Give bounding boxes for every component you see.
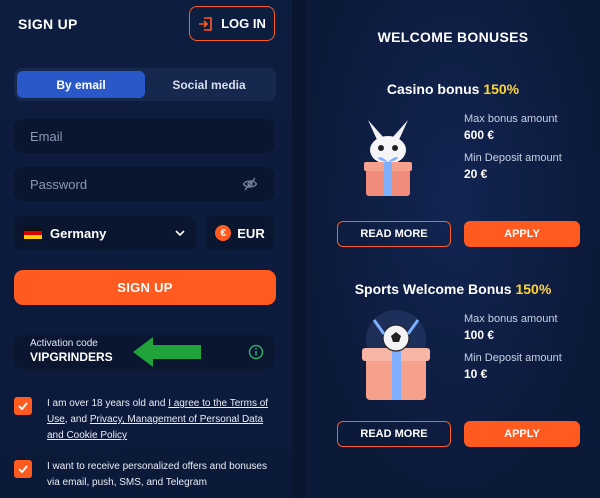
germany-flag-icon (24, 226, 42, 240)
sports-min-value: 10 € (464, 367, 488, 381)
sports-max-value: 100 € (464, 328, 495, 342)
fox-gift-icon (364, 120, 412, 196)
marketing-checkbox[interactable] (14, 460, 32, 478)
age-terms-consent: I am over 18 years old and I agree to th… (47, 396, 279, 444)
chevron-down-icon (175, 230, 185, 237)
casino-max-bonus: Max bonus amount 600 € (464, 113, 558, 142)
tab-social-media[interactable]: Social media (145, 71, 273, 98)
casino-bonus-percent: 150% (483, 81, 520, 97)
country-value: Germany (50, 225, 107, 241)
casino-max-label: Max bonus amount (464, 113, 558, 125)
casino-min-value: 20 € (464, 167, 488, 181)
currency-value: EUR (237, 225, 265, 241)
sports-gift-icon (362, 310, 430, 400)
casino-bonus-title: Casino bonus 150% (306, 81, 600, 97)
sports-bonus-title: Sports Welcome Bonus 150% (306, 281, 600, 297)
euro-icon: € (215, 225, 232, 241)
casino-bonus-name: Casino bonus (386, 81, 480, 97)
eye-off-icon[interactable] (242, 176, 258, 192)
consent-text-prefix: I am over 18 years old and (47, 398, 169, 409)
sports-min-deposit: Min Deposit amount 10 € (464, 352, 562, 381)
consent-text-mid: , and (64, 414, 90, 425)
green-arrow-icon (133, 337, 201, 367)
sports-max-bonus: Max bonus amount 100 € (464, 313, 558, 342)
casino-min-label: Min Deposit amount (464, 152, 562, 164)
signup-method-tabs: By email Social media (14, 68, 276, 101)
casino-min-deposit: Min Deposit amount 20 € (464, 152, 562, 181)
check-icon (18, 465, 28, 474)
sports-bonus-name: Sports Welcome Bonus (354, 281, 512, 297)
email-placeholder: Email (30, 128, 63, 144)
signup-button[interactable]: SIGN UP (14, 270, 276, 305)
check-icon (18, 402, 28, 411)
password-field[interactable]: Password (14, 167, 274, 201)
sports-max-label: Max bonus amount (464, 313, 558, 325)
sports-bonus-percent: 150% (515, 281, 552, 297)
tab-by-email[interactable]: By email (17, 71, 145, 98)
age-terms-checkbox[interactable] (14, 397, 32, 415)
currency-select[interactable]: € EUR (206, 216, 274, 250)
password-placeholder: Password (30, 176, 88, 192)
login-icon (199, 16, 212, 31)
login-button[interactable]: LOG IN (189, 6, 275, 41)
email-field[interactable]: Email (14, 119, 274, 153)
casino-apply-button[interactable]: APPLY (464, 221, 580, 247)
sports-min-label: Min Deposit amount (464, 352, 562, 364)
casino-max-value: 600 € (464, 128, 495, 142)
info-icon[interactable] (248, 344, 264, 360)
signup-title: SIGN UP (18, 16, 78, 32)
marketing-consent: I want to receive personalized offers an… (47, 461, 267, 488)
sports-apply-button[interactable]: APPLY (464, 421, 580, 447)
casino-read-more-button[interactable]: READ MORE (337, 221, 451, 247)
welcome-bonuses-title: WELCOME BONUSES (377, 29, 529, 45)
panel-divider (292, 0, 306, 498)
login-label: LOG IN (221, 16, 266, 31)
country-select[interactable]: Germany (14, 216, 196, 250)
sports-read-more-button[interactable]: READ MORE (337, 421, 451, 447)
